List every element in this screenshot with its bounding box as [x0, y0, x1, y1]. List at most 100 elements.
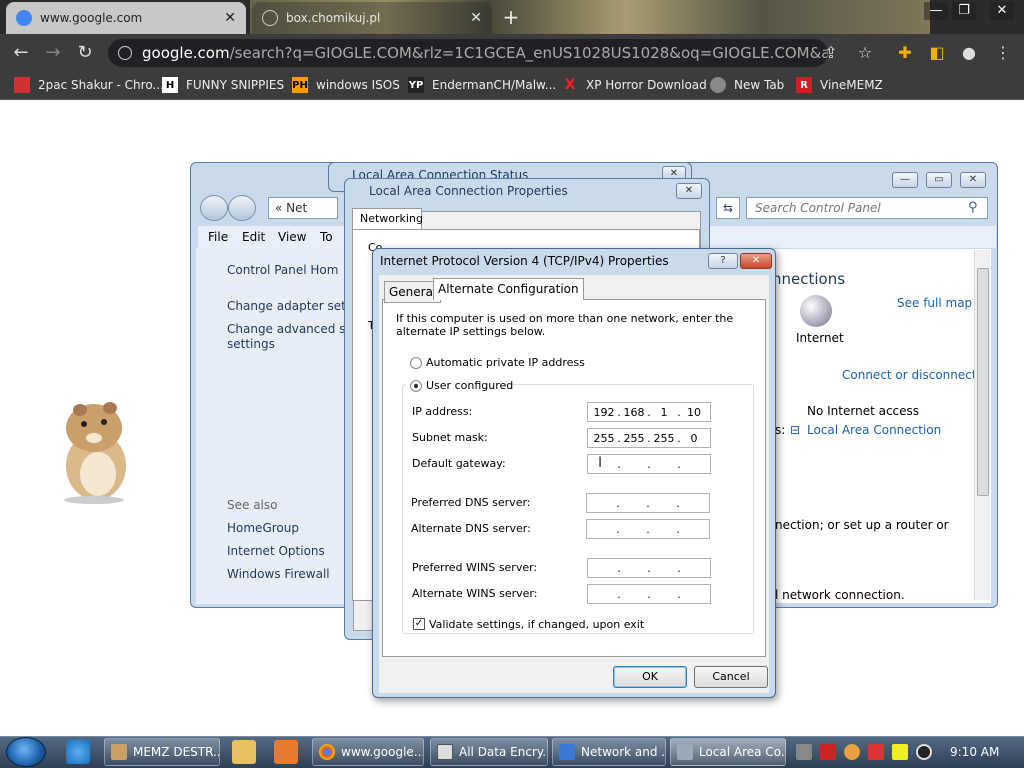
tray-volume-icon[interactable]: [916, 744, 932, 760]
taskbar-item-memz[interactable]: MEMZ DESTR...: [104, 738, 220, 766]
ip-address-field[interactable]: 192. 168. 1. 10: [587, 402, 711, 422]
tray-v-icon[interactable]: [820, 744, 836, 760]
connect-or-disconnect-link[interactable]: Connect or disconnect: [842, 368, 977, 382]
cp-breadcrumb[interactable]: « Net: [268, 197, 338, 219]
refresh-icon[interactable]: ⇆: [716, 197, 740, 219]
connections-label-fragment: s:: [775, 423, 786, 437]
radio-automatic-private-ip[interactable]: [410, 357, 422, 369]
bookmark-xp-horror[interactable]: X XP Horror Download: [562, 76, 707, 94]
octet[interactable]: 192: [593, 406, 615, 419]
octet[interactable]: 255: [593, 432, 615, 445]
radio-user-configured[interactable]: [410, 380, 422, 392]
bookmark-new-tab[interactable]: New Tab: [710, 76, 784, 94]
tray-app-icon[interactable]: [796, 744, 812, 760]
address-bar[interactable]: google.com/search?q=GIOGLE.COM&rlz=1C1GC…: [108, 39, 828, 67]
taskbar-item-local-area[interactable]: Local Area Co...: [670, 738, 786, 766]
cp-search-input[interactable]: Search Control Panel: [746, 197, 988, 219]
new-tab-button[interactable]: +: [500, 6, 522, 28]
local-area-connection-link[interactable]: Local Area Connection: [807, 423, 941, 437]
bookmark-endermanch[interactable]: YP EndermanCH/Malw...: [408, 76, 556, 94]
window-maximize-icon[interactable]: ❐: [952, 2, 976, 20]
menu-edit[interactable]: Edit: [242, 230, 265, 244]
media-player-icon[interactable]: [232, 740, 256, 764]
homegroup-link[interactable]: HomeGroup: [227, 521, 299, 535]
change-advanced-sharing-link[interactable]: Change advanced s: [227, 322, 345, 336]
menu-file[interactable]: File: [208, 230, 228, 244]
tray-flag-icon[interactable]: [868, 744, 884, 760]
ipv4-close-icon[interactable]: ✕: [740, 253, 772, 269]
ipv4-dialog-title: Internet Protocol Version 4 (TCP/IPv4) P…: [380, 254, 669, 268]
bookmark-2pac[interactable]: 2pac Shakur - Chro...: [14, 76, 164, 94]
reload-icon[interactable]: ↻: [74, 42, 96, 64]
tab-google[interactable]: www.google.com ✕: [6, 2, 246, 34]
bookmark-vinememz[interactable]: R VineMEMZ: [796, 76, 883, 94]
share-icon[interactable]: ⇪: [820, 42, 842, 64]
alternate-dns-field[interactable]: . . .: [586, 519, 710, 539]
octet[interactable]: 0: [683, 432, 705, 445]
tray-yellow-icon[interactable]: [892, 744, 908, 760]
tab-close-icon[interactable]: ✕: [470, 10, 482, 26]
octet[interactable]: 255: [653, 432, 675, 445]
cp-back-button[interactable]: [200, 195, 228, 221]
alternate-wins-field[interactable]: . . .: [587, 584, 711, 604]
taskbar-item-chrome[interactable]: www.google....: [312, 738, 424, 766]
internet-options-link[interactable]: Internet Options: [227, 544, 325, 558]
taskbar-item-network[interactable]: Network and ...: [552, 738, 666, 766]
tab-chomikuj[interactable]: box.chomikuj.pl ✕: [252, 2, 492, 34]
cp-minimize-icon[interactable]: —: [892, 172, 918, 188]
cancel-button[interactable]: Cancel: [694, 666, 768, 688]
validate-settings-label[interactable]: Validate settings, if changed, upon exit: [429, 618, 644, 631]
cp-close-icon[interactable]: ✕: [960, 172, 986, 188]
menu-kebab-icon[interactable]: ⋮: [992, 42, 1014, 64]
octet[interactable]: 168: [623, 406, 645, 419]
properties-window-title: Local Area Connection Properties: [369, 184, 568, 198]
bookmark-star-icon[interactable]: ☆: [854, 42, 876, 64]
cp-maximize-icon[interactable]: ▭: [926, 172, 952, 188]
internet-explorer-icon[interactable]: [66, 740, 90, 764]
change-adapter-settings-link[interactable]: Change adapter set: [227, 299, 346, 313]
cp-forward-button[interactable]: [228, 195, 256, 221]
text-cursor-icon: I: [598, 455, 603, 471]
tab-close-icon[interactable]: ✕: [224, 10, 236, 26]
window-minimize-icon[interactable]: —: [924, 2, 948, 20]
cp-scrollbar[interactable]: [974, 250, 990, 600]
octet[interactable]: 1: [653, 406, 675, 419]
profile-avatar-icon[interactable]: ●: [958, 42, 980, 64]
search-icon[interactable]: ⚲: [968, 200, 978, 215]
validate-settings-checkbox[interactable]: ✓: [413, 618, 425, 630]
see-full-map-link[interactable]: See full map: [897, 296, 972, 310]
bookmark-windows-isos[interactable]: PH windows ISOS: [292, 76, 400, 94]
octet[interactable]: 10: [683, 406, 705, 419]
paint-icon[interactable]: [274, 740, 298, 764]
preferred-wins-field[interactable]: . . .: [587, 558, 711, 578]
extensions-puzzle-icon[interactable]: ✚: [894, 42, 916, 64]
menu-view[interactable]: View: [278, 230, 306, 244]
tray-search-icon[interactable]: [844, 744, 860, 760]
menu-tools[interactable]: To: [320, 230, 333, 244]
change-advanced-sharing-link-line2[interactable]: settings: [227, 337, 275, 351]
back-arrow-icon[interactable]: ←: [10, 42, 32, 64]
ok-button[interactable]: OK: [613, 666, 687, 688]
properties-close-icon[interactable]: ✕: [676, 183, 702, 199]
subnet-mask-field[interactable]: 255. 255. 255. 0: [587, 428, 711, 448]
windows-firewall-link[interactable]: Windows Firewall: [227, 567, 330, 581]
control-panel-home-link[interactable]: Control Panel Hom: [227, 263, 338, 277]
chrome-app-icon: [319, 744, 335, 760]
tab-networking[interactable]: Networking: [352, 208, 423, 230]
scroll-thumb[interactable]: [977, 268, 989, 496]
window-close-icon[interactable]: ✕: [990, 2, 1014, 20]
taskbar-item-all-data-encry[interactable]: All Data Encry...: [430, 738, 548, 766]
start-button[interactable]: [6, 737, 46, 767]
octet[interactable]: 255: [623, 432, 645, 445]
bookmark-funny-snippies[interactable]: H FUNNY SNIPPIES: [162, 76, 284, 94]
preferred-dns-field[interactable]: . . .: [586, 493, 710, 513]
tab-alternate-configuration[interactable]: Alternate Configuration: [433, 278, 584, 300]
radio-user-label[interactable]: User configured: [426, 379, 513, 392]
taskbar-clock[interactable]: 9:10 AM: [950, 745, 999, 759]
side-panel-icon[interactable]: ◧: [926, 42, 948, 64]
radio-automatic-label[interactable]: Automatic private IP address: [426, 356, 585, 369]
help-button[interactable]: ?: [708, 253, 738, 269]
default-gateway-field[interactable]: . . .: [587, 454, 711, 474]
site-info-icon[interactable]: [118, 46, 132, 60]
forward-arrow-icon[interactable]: →: [42, 42, 64, 64]
